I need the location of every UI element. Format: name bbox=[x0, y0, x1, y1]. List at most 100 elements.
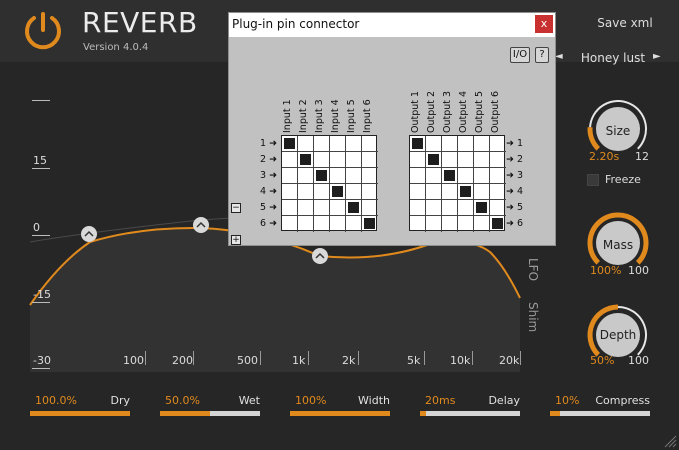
delay-slider[interactable]: 20ms Delay bbox=[420, 392, 520, 418]
input-pin-cell[interactable] bbox=[282, 200, 298, 216]
input-pin-cell[interactable] bbox=[346, 184, 362, 200]
input-pin-cell[interactable] bbox=[298, 168, 314, 184]
input-pin-cell[interactable] bbox=[282, 168, 298, 184]
input-pin-cell[interactable] bbox=[346, 168, 362, 184]
input-pin-cell[interactable] bbox=[298, 152, 314, 168]
output-pin-cell[interactable] bbox=[490, 152, 506, 168]
output-pin-cell[interactable] bbox=[458, 152, 474, 168]
output-pin-cell[interactable] bbox=[490, 136, 506, 152]
input-pin-cell[interactable] bbox=[362, 168, 378, 184]
width-track[interactable] bbox=[290, 411, 390, 416]
power-icon[interactable] bbox=[22, 10, 64, 52]
input-pin-cell[interactable] bbox=[298, 184, 314, 200]
width-slider[interactable]: 100% Width bbox=[290, 392, 390, 418]
output-pin-cell[interactable] bbox=[490, 184, 506, 200]
output-pin-cell[interactable] bbox=[458, 168, 474, 184]
preset-prev-arrow-icon[interactable]: ◄ bbox=[555, 51, 563, 62]
input-pin-cell[interactable] bbox=[362, 136, 378, 152]
input-pin-cell[interactable] bbox=[346, 136, 362, 152]
output-pin-cell[interactable] bbox=[474, 216, 490, 232]
output-pin-cell[interactable] bbox=[490, 216, 506, 232]
output-pin-cell[interactable] bbox=[410, 184, 426, 200]
input-pin-cell[interactable] bbox=[282, 184, 298, 200]
output-pin-cell[interactable] bbox=[410, 216, 426, 232]
input-pin-cell[interactable] bbox=[330, 184, 346, 200]
input-pin-cell[interactable] bbox=[298, 216, 314, 232]
input-pin-cell[interactable] bbox=[330, 216, 346, 232]
output-pin-cell[interactable] bbox=[410, 152, 426, 168]
output-pin-cell[interactable] bbox=[426, 216, 442, 232]
delay-track[interactable] bbox=[420, 411, 520, 416]
compress-slider[interactable]: 10% Compress bbox=[550, 392, 650, 418]
output-pin-cell[interactable] bbox=[474, 200, 490, 216]
input-pin-cell[interactable] bbox=[282, 136, 298, 152]
add-channel-button[interactable]: + bbox=[231, 235, 241, 245]
output-pin-cell[interactable] bbox=[474, 184, 490, 200]
output-pin-cell[interactable] bbox=[442, 136, 458, 152]
output-pin-cell[interactable] bbox=[474, 168, 490, 184]
help-button[interactable]: ? bbox=[535, 47, 549, 63]
output-pin-cell[interactable] bbox=[458, 184, 474, 200]
output-pin-cell[interactable] bbox=[410, 200, 426, 216]
input-pin-cell[interactable] bbox=[362, 200, 378, 216]
eq-handle-2[interactable] bbox=[193, 217, 209, 233]
eq-handle-1[interactable] bbox=[81, 226, 97, 242]
eq-handle-3[interactable] bbox=[312, 248, 328, 264]
output-pin-cell[interactable] bbox=[426, 200, 442, 216]
input-pin-cell[interactable] bbox=[314, 168, 330, 184]
input-pin-cell[interactable] bbox=[314, 184, 330, 200]
preset-next-arrow-icon[interactable]: ► bbox=[653, 51, 661, 62]
remove-channel-button[interactable]: − bbox=[231, 203, 241, 213]
output-pin-cell[interactable] bbox=[426, 184, 442, 200]
dry-track[interactable] bbox=[30, 411, 130, 416]
dry-slider[interactable]: 100.0% Dry bbox=[30, 392, 130, 418]
input-pin-cell[interactable] bbox=[346, 200, 362, 216]
wet-slider[interactable]: 50.0% Wet bbox=[160, 392, 260, 418]
output-pin-cell[interactable] bbox=[442, 200, 458, 216]
output-pin-cell[interactable] bbox=[442, 184, 458, 200]
lfo-label[interactable]: LFO bbox=[526, 258, 540, 281]
output-pin-cell[interactable] bbox=[442, 216, 458, 232]
input-pin-cell[interactable] bbox=[330, 152, 346, 168]
input-pin-cell[interactable] bbox=[314, 136, 330, 152]
output-pin-cell[interactable] bbox=[490, 168, 506, 184]
input-pin-cell[interactable] bbox=[314, 152, 330, 168]
input-pin-cell[interactable] bbox=[330, 168, 346, 184]
input-pin-cell[interactable] bbox=[282, 216, 298, 232]
output-pin-cell[interactable] bbox=[474, 152, 490, 168]
save-xml-button[interactable]: Save xml bbox=[583, 16, 667, 34]
input-pin-cell[interactable] bbox=[362, 152, 378, 168]
io-button[interactable]: I/O bbox=[510, 47, 530, 63]
input-pin-grid[interactable] bbox=[281, 135, 378, 232]
freeze-checkbox[interactable] bbox=[587, 174, 599, 186]
compress-track[interactable] bbox=[550, 411, 650, 416]
input-pin-cell[interactable] bbox=[314, 200, 330, 216]
output-pin-cell[interactable] bbox=[458, 200, 474, 216]
output-pin-cell[interactable] bbox=[458, 216, 474, 232]
input-pin-cell[interactable] bbox=[298, 136, 314, 152]
output-pin-cell[interactable] bbox=[490, 200, 506, 216]
output-pin-cell[interactable] bbox=[410, 168, 426, 184]
output-pin-cell[interactable] bbox=[426, 136, 442, 152]
output-pin-cell[interactable] bbox=[458, 136, 474, 152]
dialog-titlebar[interactable]: Plug-in pin connector x bbox=[229, 13, 555, 37]
close-icon[interactable]: x bbox=[535, 15, 553, 33]
input-pin-cell[interactable] bbox=[362, 216, 378, 232]
input-pin-cell[interactable] bbox=[282, 152, 298, 168]
output-pin-cell[interactable] bbox=[442, 152, 458, 168]
input-pin-cell[interactable] bbox=[362, 184, 378, 200]
input-pin-cell[interactable] bbox=[346, 216, 362, 232]
input-pin-cell[interactable] bbox=[346, 152, 362, 168]
input-pin-cell[interactable] bbox=[330, 136, 346, 152]
resize-grip-icon[interactable] bbox=[663, 434, 677, 448]
shim-label[interactable]: Shim bbox=[526, 302, 540, 332]
input-pin-cell[interactable] bbox=[298, 200, 314, 216]
input-pin-cell[interactable] bbox=[314, 216, 330, 232]
preset-name[interactable]: Honey lust bbox=[571, 51, 655, 65]
output-pin-cell[interactable] bbox=[442, 168, 458, 184]
output-pin-cell[interactable] bbox=[474, 136, 490, 152]
output-pin-cell[interactable] bbox=[426, 152, 442, 168]
output-pin-cell[interactable] bbox=[410, 136, 426, 152]
input-pin-cell[interactable] bbox=[330, 200, 346, 216]
output-pin-grid[interactable] bbox=[409, 135, 506, 232]
